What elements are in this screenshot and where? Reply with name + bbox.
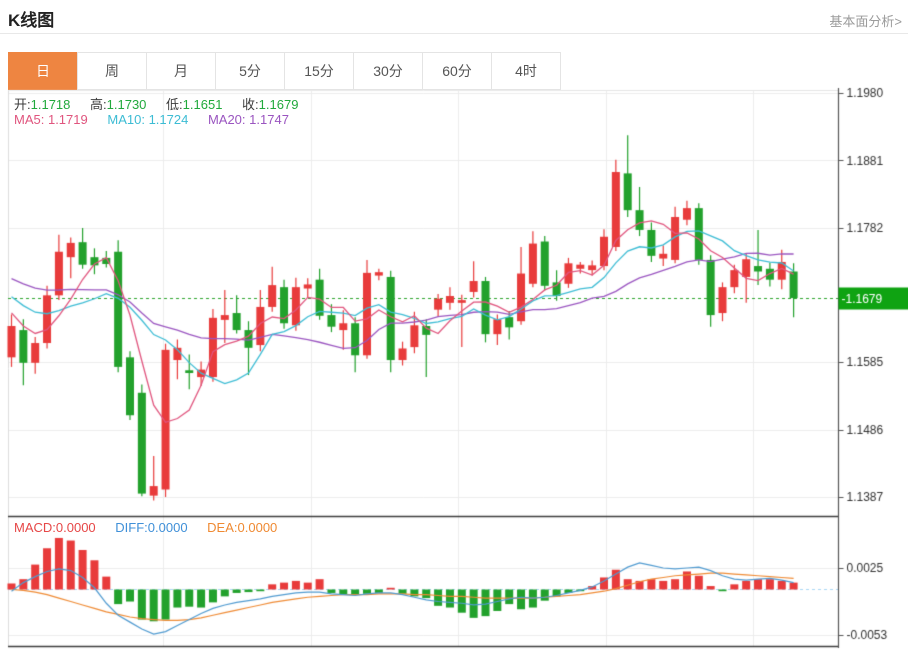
- ma5-label: MA5:: [14, 112, 44, 127]
- kline-page: K线图 基本面分析> 日周月5分15分30分60分4时 开:1.1718 高:1…: [0, 0, 908, 652]
- macd-value: 0.0000: [56, 520, 96, 535]
- diff-value: 0.0000: [148, 520, 188, 535]
- dea-value: 0.0000: [238, 520, 278, 535]
- ma10-label: MA10:: [107, 112, 145, 127]
- macd-legend: MACD:0.0000 DIFF:0.0000 DEA:0.0000: [14, 520, 293, 535]
- ma20-label: MA20:: [208, 112, 246, 127]
- close-value: 1.1679: [259, 97, 299, 112]
- ma5-value: 1.1719: [48, 112, 88, 127]
- dea-label: DEA:: [207, 520, 237, 535]
- low-label: 低:: [166, 97, 183, 112]
- diff-label: DIFF:: [115, 520, 148, 535]
- high-value: 1.1730: [107, 97, 147, 112]
- high-label: 高:: [90, 97, 107, 112]
- low-value: 1.1651: [183, 97, 223, 112]
- ohlc-legend: 开:1.1718 高:1.1730 低:1.1651 收:1.1679: [14, 94, 314, 113]
- close-label: 收:: [242, 97, 259, 112]
- ma10-value: 1.1724: [149, 112, 189, 127]
- macd-label: MACD:: [14, 520, 56, 535]
- open-value: 1.1718: [31, 97, 71, 112]
- ma-legend: MA5: 1.1719 MA10: 1.1724 MA20: 1.1747: [14, 112, 305, 127]
- open-label: 开:: [14, 97, 31, 112]
- ma20-value: 1.1747: [249, 112, 289, 127]
